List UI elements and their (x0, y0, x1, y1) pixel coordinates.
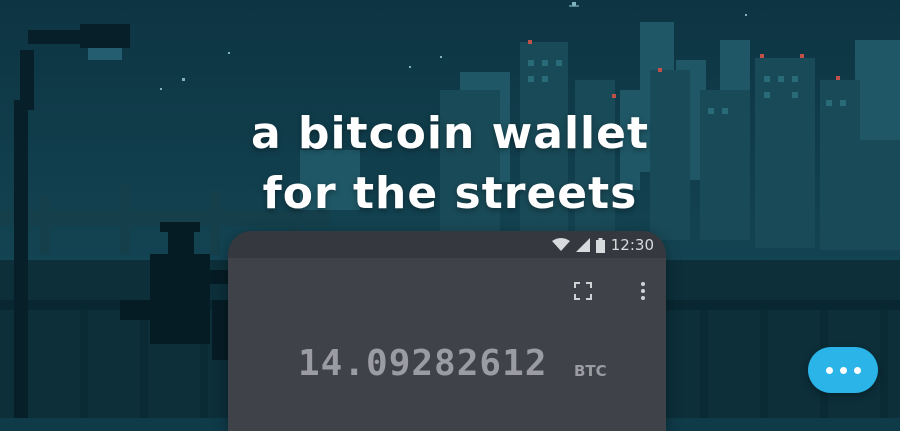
battery-icon (595, 237, 605, 253)
balance-unit: BTC (574, 362, 607, 380)
chat-button[interactable] (808, 347, 878, 393)
more-vert-icon[interactable] (638, 281, 648, 301)
fullscreen-icon[interactable] (573, 281, 593, 301)
chat-ellipsis-icon (825, 366, 833, 374)
lamp-glow (88, 48, 122, 60)
status-bar: 12:30 (228, 231, 666, 258)
cell-signal-icon (575, 238, 590, 252)
chat-ellipsis-icon (853, 366, 861, 374)
headline-line-2: for the streets (262, 168, 638, 219)
phone-mockup: 12:30 14.09282612 BTC (228, 231, 666, 431)
btc-balance: 14.09282612 (298, 343, 548, 384)
headline-line-1: a bitcoin wallet (250, 108, 650, 159)
status-icons: 12:30 (551, 235, 654, 255)
wifi-icon (551, 238, 570, 251)
status-time: 12:30 (610, 236, 654, 254)
chat-ellipsis-icon (839, 366, 847, 374)
